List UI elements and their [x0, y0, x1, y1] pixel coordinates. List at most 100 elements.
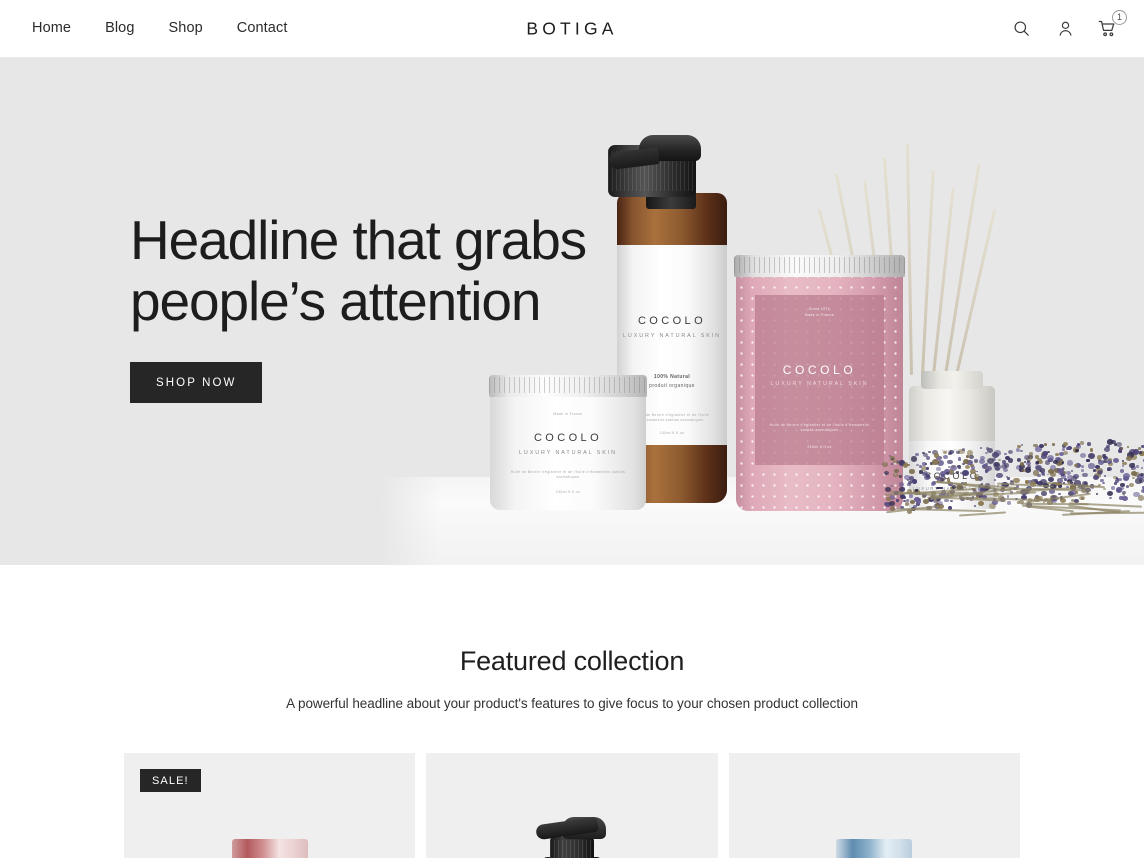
featured-collection-subtitle: A powerful headline about your product's… — [286, 696, 858, 711]
lavender-bud — [1136, 465, 1140, 468]
lavender-bud — [1023, 460, 1027, 463]
pink-tin-line2: Made in France — [804, 313, 835, 317]
lavender-bud — [994, 479, 997, 481]
lavender-bud — [1002, 467, 1008, 473]
lavender-bud — [950, 500, 953, 503]
lavender-bud — [1043, 442, 1048, 446]
lavender-bud — [1122, 473, 1130, 479]
lavender-bud — [892, 461, 896, 463]
lavender-bud — [1103, 488, 1106, 491]
cart-count-badge: 1 — [1112, 9, 1127, 25]
lavender-bud — [1079, 440, 1085, 445]
pink-tin-brand: COCOLO — [782, 363, 857, 377]
lavender-bud — [1107, 491, 1114, 497]
lavender-bud — [1060, 459, 1064, 462]
lavender-bud — [924, 462, 928, 465]
lavender-bud — [1129, 462, 1136, 468]
lavender-bud — [902, 499, 906, 503]
lavender-bud — [928, 451, 931, 454]
lavender-bud — [1120, 483, 1125, 487]
lavender-bud — [1121, 495, 1128, 501]
lavender-bud — [1086, 442, 1091, 446]
lavender-bud — [1002, 460, 1007, 464]
product-card-2[interactable] — [426, 753, 718, 858]
pink-tin-lid — [734, 255, 905, 277]
nav-item-home[interactable]: Home — [22, 21, 88, 36]
lavender-bud — [890, 485, 894, 488]
nav-item-contact[interactable]: Contact — [220, 21, 305, 36]
white-jar-brand: COCOLO — [533, 432, 603, 444]
lavender-bud — [962, 470, 970, 476]
lavender-bud — [899, 494, 905, 499]
brand-logo[interactable]: BOTIGA — [526, 18, 617, 39]
lavender-bud — [1053, 460, 1058, 465]
white-jar: Made in France COCOLO LUXURY NATURAL SKI… — [490, 392, 646, 510]
sale-badge: SALE! — [140, 769, 201, 792]
pink-tin-line1: Since 1971 — [809, 307, 830, 311]
hero-title: Headline that grabs people’s attention — [130, 210, 587, 332]
lavender-bud — [1004, 452, 1008, 456]
lavender-bud — [908, 494, 914, 499]
lavender-bud — [934, 453, 940, 458]
lavender-bud — [1088, 463, 1095, 469]
white-jar-tagline: LUXURY NATURAL SKIN — [519, 450, 617, 456]
lavender-bud — [1098, 460, 1104, 466]
lavender-bud — [1126, 446, 1130, 449]
lavender-bud — [1005, 475, 1009, 478]
lavender-bud — [978, 501, 984, 507]
search-icon[interactable] — [1008, 16, 1034, 42]
lavender-bud — [1137, 495, 1144, 501]
lavender-bud — [915, 452, 919, 456]
product-grid: SALE! — [124, 753, 1020, 858]
lavender-bud — [890, 463, 894, 466]
lavender-bud — [949, 450, 954, 455]
lavender-bud — [1074, 463, 1078, 467]
product-image-3 — [836, 839, 913, 858]
lavender-bud — [904, 502, 910, 507]
lavender-bud — [905, 498, 909, 502]
lavender-bud — [1121, 459, 1124, 462]
lavender-stem — [1070, 511, 1144, 514]
product-card-3[interactable] — [728, 753, 1020, 858]
lavender-bud — [931, 482, 936, 486]
nav-item-shop[interactable]: Shop — [152, 21, 220, 36]
lavender-bud — [996, 472, 1003, 479]
lavender-bud — [1080, 464, 1085, 468]
amber-brand: COCOLO — [637, 315, 707, 327]
lavender-bud — [884, 470, 890, 475]
lavender-bud — [958, 466, 961, 469]
lavender-bud — [909, 476, 915, 481]
lavender-bud — [950, 464, 958, 471]
lavender-bud — [947, 459, 953, 465]
lavender-bud — [943, 454, 948, 459]
shop-now-button[interactable]: SHOP NOW — [130, 362, 263, 403]
product-card-1[interactable]: SALE! — [124, 753, 416, 858]
lavender-bud — [1113, 482, 1117, 485]
lavender-bud — [1125, 485, 1130, 489]
lavender-bud — [1073, 473, 1080, 479]
lavender-bud — [1035, 455, 1040, 459]
lavender-bud — [1103, 454, 1106, 457]
lavender-bud — [1079, 452, 1086, 458]
pink-tin: Since 1971 Made in France COCOLO LUXURY … — [736, 271, 903, 511]
lavender-bud — [1126, 455, 1133, 462]
account-icon[interactable] — [1052, 16, 1078, 42]
lavender-bud — [979, 446, 983, 449]
lavender-bud — [1063, 441, 1068, 446]
white-jar-fineprint: Huile de Beurre d'églantier et de l'huil… — [510, 470, 626, 479]
lavender-bud — [1019, 462, 1024, 466]
lavender-bud — [1062, 450, 1068, 456]
cart-icon[interactable]: 1 — [1096, 9, 1127, 42]
pink-tin-tagline: LUXURY NATURAL SKIN — [770, 381, 869, 387]
lavender-bud — [1106, 439, 1114, 445]
lavender-bud — [910, 456, 917, 462]
lavender-bud — [956, 471, 959, 474]
lavender-bud — [1021, 468, 1026, 473]
nav-item-blog[interactable]: Blog — [88, 21, 151, 36]
lavender-bud — [1032, 469, 1040, 476]
lavender-bud — [893, 468, 900, 474]
lavender-bud — [901, 487, 906, 491]
lavender-bud — [1110, 486, 1116, 491]
amber-tagline: LUXURY NATURAL SKIN — [623, 333, 721, 339]
pink-tin-volume: 240ml 8 fl.oz — [807, 445, 832, 449]
